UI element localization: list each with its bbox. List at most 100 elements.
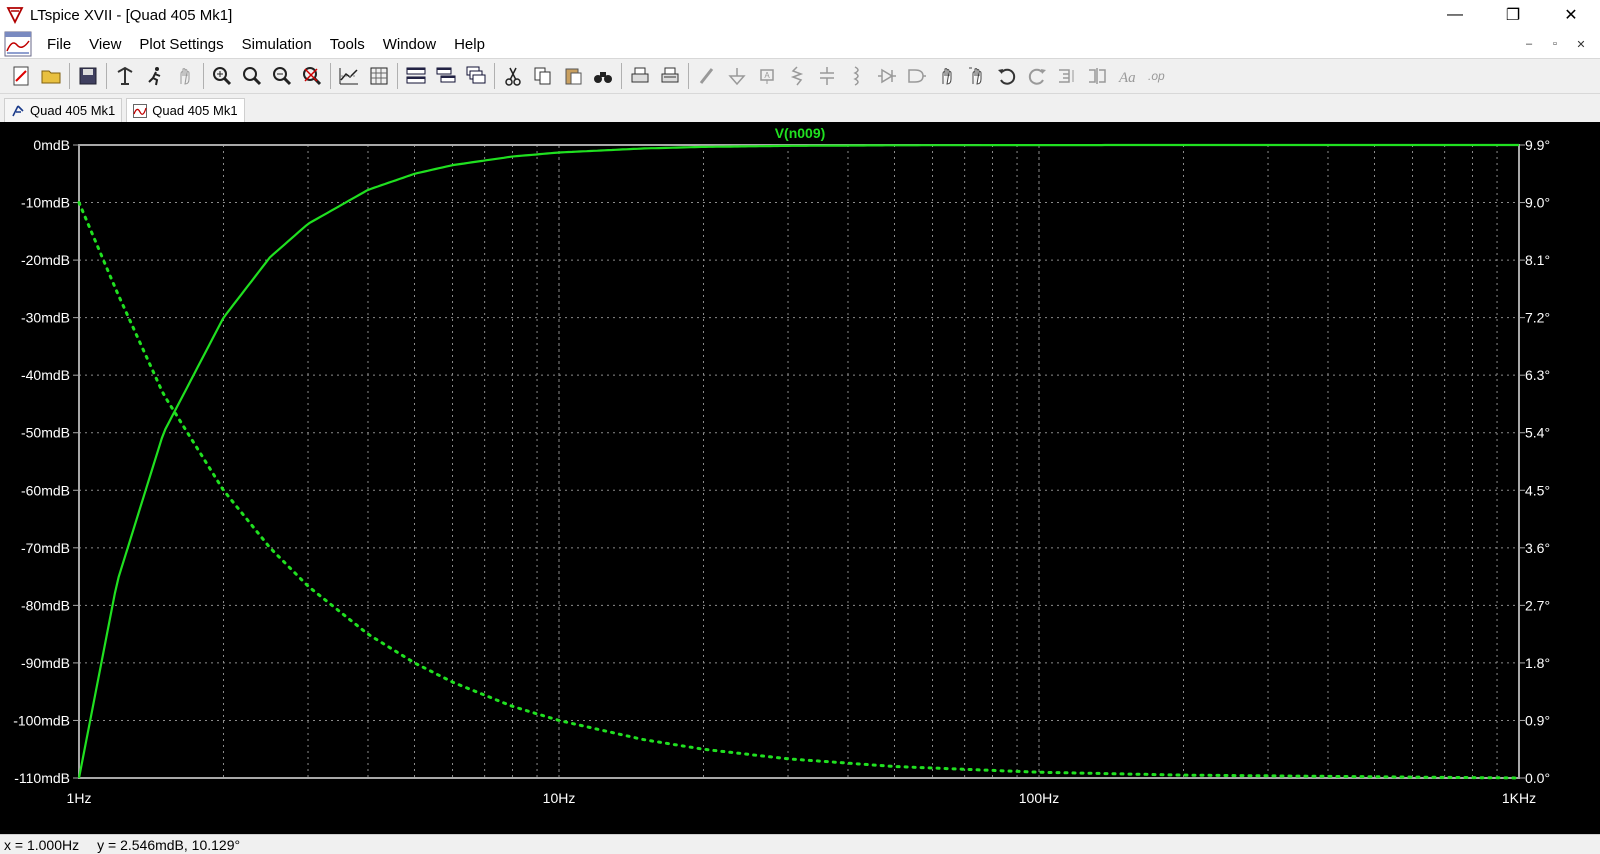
undo-button[interactable]	[992, 62, 1022, 90]
capacitor-button[interactable]	[812, 62, 842, 90]
y-left-tick-label: -10mdB	[21, 195, 70, 211]
svg-text:A: A	[764, 71, 770, 80]
window-title: LTspice XVII - [Quad 405 Mk1]	[30, 6, 233, 24]
mirror-icon	[1089, 68, 1106, 84]
component-button[interactable]	[902, 62, 932, 90]
svg-text:Aa: Aa	[1118, 70, 1136, 86]
print-preview-button[interactable]	[655, 62, 685, 90]
move-icon	[942, 68, 952, 85]
menu-help[interactable]: Help	[445, 36, 494, 53]
redo-button[interactable]	[1022, 62, 1052, 90]
y-left-tick-label: -110mdB	[14, 770, 70, 786]
maximize-button[interactable]: ❐	[1484, 0, 1542, 30]
toolbar-separator	[69, 63, 70, 89]
ground-button[interactable]	[722, 62, 752, 90]
open-folder-icon	[41, 70, 61, 84]
zoom-cancel-icon	[303, 67, 322, 86]
halt-button[interactable]	[170, 62, 200, 90]
x-tick-label: 100Hz	[1019, 790, 1059, 806]
mdi-minimize-button[interactable]: –	[1516, 38, 1542, 50]
inductor-button[interactable]	[842, 62, 872, 90]
print-preview-icon	[661, 67, 679, 83]
menu-view[interactable]: View	[80, 36, 130, 53]
y-left-tick-label: -80mdB	[21, 597, 70, 613]
toolbar-separator	[106, 63, 107, 89]
y-left-tick-label: -70mdB	[21, 540, 70, 556]
paste-button[interactable]	[558, 62, 588, 90]
zoom-cancel-button[interactable]	[297, 62, 327, 90]
resistor-button[interactable]	[782, 62, 812, 90]
wire-button[interactable]	[692, 62, 722, 90]
waveform-icon	[133, 103, 148, 118]
y-left-tick-label: -60mdB	[21, 482, 70, 498]
x-tick-label: 10Hz	[543, 790, 576, 806]
y-right-tick-label: 0.0°	[1525, 770, 1550, 786]
toolbar-separator	[688, 63, 689, 89]
diode-button[interactable]	[872, 62, 902, 90]
menu-file[interactable]: File	[38, 36, 80, 53]
mdi-close-button[interactable]: ✕	[1568, 38, 1594, 51]
save-button[interactable]	[73, 62, 103, 90]
tile-horizontal-icon	[436, 67, 456, 83]
new-schematic-button[interactable]	[6, 62, 36, 90]
series-traces	[77, 143, 1521, 780]
control-panel-button[interactable]	[110, 62, 140, 90]
wire-icon	[699, 68, 714, 84]
capacitor-icon	[820, 67, 834, 85]
y-right-tick-label: 2.7°	[1525, 597, 1550, 613]
label-button[interactable]: A	[752, 62, 782, 90]
run-button[interactable]	[140, 62, 170, 90]
inductor-icon	[853, 66, 859, 86]
cascade-button[interactable]	[461, 62, 491, 90]
open-folder-button[interactable]	[36, 62, 66, 90]
close-button[interactable]: ✕	[1542, 0, 1600, 30]
menu-plot-settings[interactable]: Plot Settings	[130, 36, 232, 53]
tab-schematic[interactable]: Quad 405 Mk1	[4, 98, 123, 122]
ground-icon	[728, 68, 746, 86]
cut-button[interactable]	[498, 62, 528, 90]
y-right-tick-label: 9.0°	[1525, 195, 1550, 211]
tab-waveform[interactable]: Quad 405 Mk1	[126, 98, 245, 122]
move-button[interactable]	[932, 62, 962, 90]
toolbar-separator	[621, 63, 622, 89]
waveform-doc-icon[interactable]	[4, 31, 32, 57]
find-button[interactable]	[588, 62, 618, 90]
plot-border	[78, 144, 1520, 779]
tile-horizontal-button[interactable]	[431, 62, 461, 90]
tile-vertical-button[interactable]	[401, 62, 431, 90]
zoom-out-button[interactable]	[267, 62, 297, 90]
print-button[interactable]	[625, 62, 655, 90]
spice-directive-button[interactable]: .op	[1142, 62, 1172, 90]
menu-simulation[interactable]: Simulation	[233, 36, 321, 53]
series-magnitude-trace	[77, 143, 1519, 779]
y-left-tick-label: -100mdB	[13, 712, 70, 728]
trace-name-label[interactable]: V(n009)	[775, 125, 826, 141]
plot-canvas[interactable]: 0mdB -10mdB -20mdB -30mdB -40mdB -50mdB -60mdB…	[0, 122, 1600, 834]
waveform-plot[interactable]: 0mdB -10mdB -20mdB -30mdB -40mdB -50mdB -60mdB…	[0, 122, 1600, 834]
zoom-area-icon	[213, 67, 232, 86]
zoom-in-button[interactable]	[237, 62, 267, 90]
menu-tools[interactable]: Tools	[321, 36, 374, 53]
mdi-restore-button[interactable]: ▫	[1542, 38, 1568, 50]
redo-icon	[1028, 68, 1046, 85]
mirror-button[interactable]	[1082, 62, 1112, 90]
copy-button[interactable]	[528, 62, 558, 90]
toolbar: A Aa .op	[0, 58, 1600, 94]
zoom-area-button[interactable]	[207, 62, 237, 90]
rotate-button[interactable]	[1052, 62, 1082, 90]
ltspice-app-icon[interactable]	[6, 6, 24, 24]
drag-button[interactable]	[962, 62, 992, 90]
grid-button[interactable]	[364, 62, 394, 90]
label-icon: A	[760, 69, 774, 84]
toolbar-separator	[203, 63, 204, 89]
minimize-button[interactable]: —	[1426, 0, 1484, 30]
autorange-button[interactable]	[334, 62, 364, 90]
tab-label: Quad 405 Mk1	[30, 103, 116, 118]
cascade-icon	[466, 66, 486, 84]
menu-window[interactable]: Window	[374, 36, 445, 53]
window-controls: — ❐ ✕	[1426, 0, 1600, 30]
x-tick-label: 1Hz	[67, 790, 92, 806]
spice-directive-icon: .op	[1148, 69, 1165, 83]
text-button[interactable]: Aa	[1112, 62, 1142, 90]
y-left-tick-label: -90mdB	[21, 655, 70, 671]
